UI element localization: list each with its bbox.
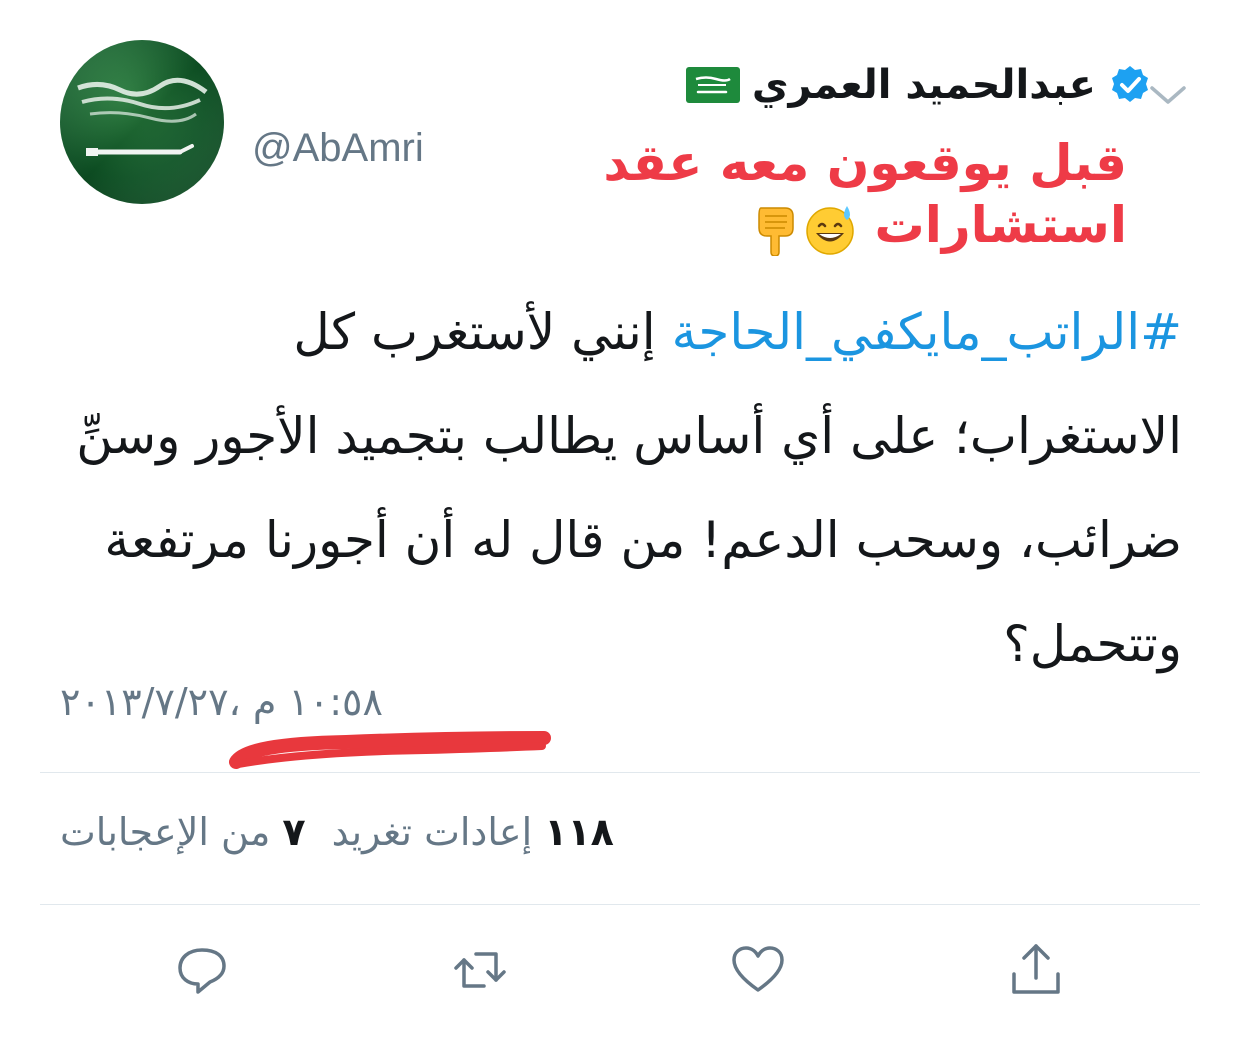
likes-label: من الإعجابات (60, 810, 271, 854)
divider (40, 772, 1200, 773)
author-name-row[interactable]: عبدالحميد العمري (685, 62, 1152, 108)
divider (40, 904, 1200, 905)
hashtag-link[interactable]: #الراتب_مايكفي_الحاجة (672, 303, 1182, 361)
red-underline-mark (229, 731, 551, 769)
annotation-line-1: قبل يوقعون معه عقد (603, 134, 1127, 192)
chevron-down-icon[interactable] (1148, 80, 1188, 108)
reply-icon (178, 948, 226, 994)
like-button[interactable] (718, 930, 798, 1010)
tweet-text: #الراتب_مايكفي_الحاجة إنني لأستغرب كل ال… (52, 280, 1182, 696)
action-bar (0, 930, 1242, 1010)
grinning-sweat-face-icon (806, 205, 854, 255)
verified-badge-icon (1112, 66, 1148, 102)
pointing-down-hand-icon (758, 206, 794, 256)
tweet-timestamp[interactable]: ١٠:٥٨ م ،٢٠١٣/٧/٢٧ (60, 680, 383, 724)
annotation-emojis (751, 202, 857, 256)
reply-button[interactable] (162, 930, 242, 1010)
author-handle[interactable]: @AbAmri (252, 126, 424, 171)
like-icon (732, 946, 784, 992)
tweet-stats: ٧ من الإعجابات ١١٨ إعادات تغريد (60, 810, 614, 854)
retweet-button[interactable] (440, 930, 520, 1010)
retweets-stat[interactable]: ١١٨ إعادات تغريد (332, 810, 614, 854)
likes-count: ٧ (282, 810, 306, 854)
overlay-annotation: قبل يوقعون معه عقد استشارات (547, 132, 1127, 256)
saudi-flag-icon (685, 67, 740, 103)
annotation-line-2-text: استشارات (874, 196, 1127, 254)
author-display-name: عبدالحميد العمري (751, 62, 1096, 108)
avatar[interactable] (60, 40, 224, 204)
saudi-flag-avatar-icon (60, 40, 224, 204)
share-button[interactable] (996, 930, 1076, 1010)
likes-stat[interactable]: ٧ من الإعجابات (60, 810, 306, 854)
retweet-icon (454, 952, 506, 988)
annotation-line-2: استشارات (547, 194, 1127, 256)
share-icon (1012, 944, 1060, 994)
tweet-detail: عبدالحميد العمري @AbAmri قبل يوقعون معه … (0, 0, 1242, 1042)
retweets-count: ١١٨ (544, 810, 614, 854)
retweets-label: إعادات تغريد (331, 810, 533, 854)
